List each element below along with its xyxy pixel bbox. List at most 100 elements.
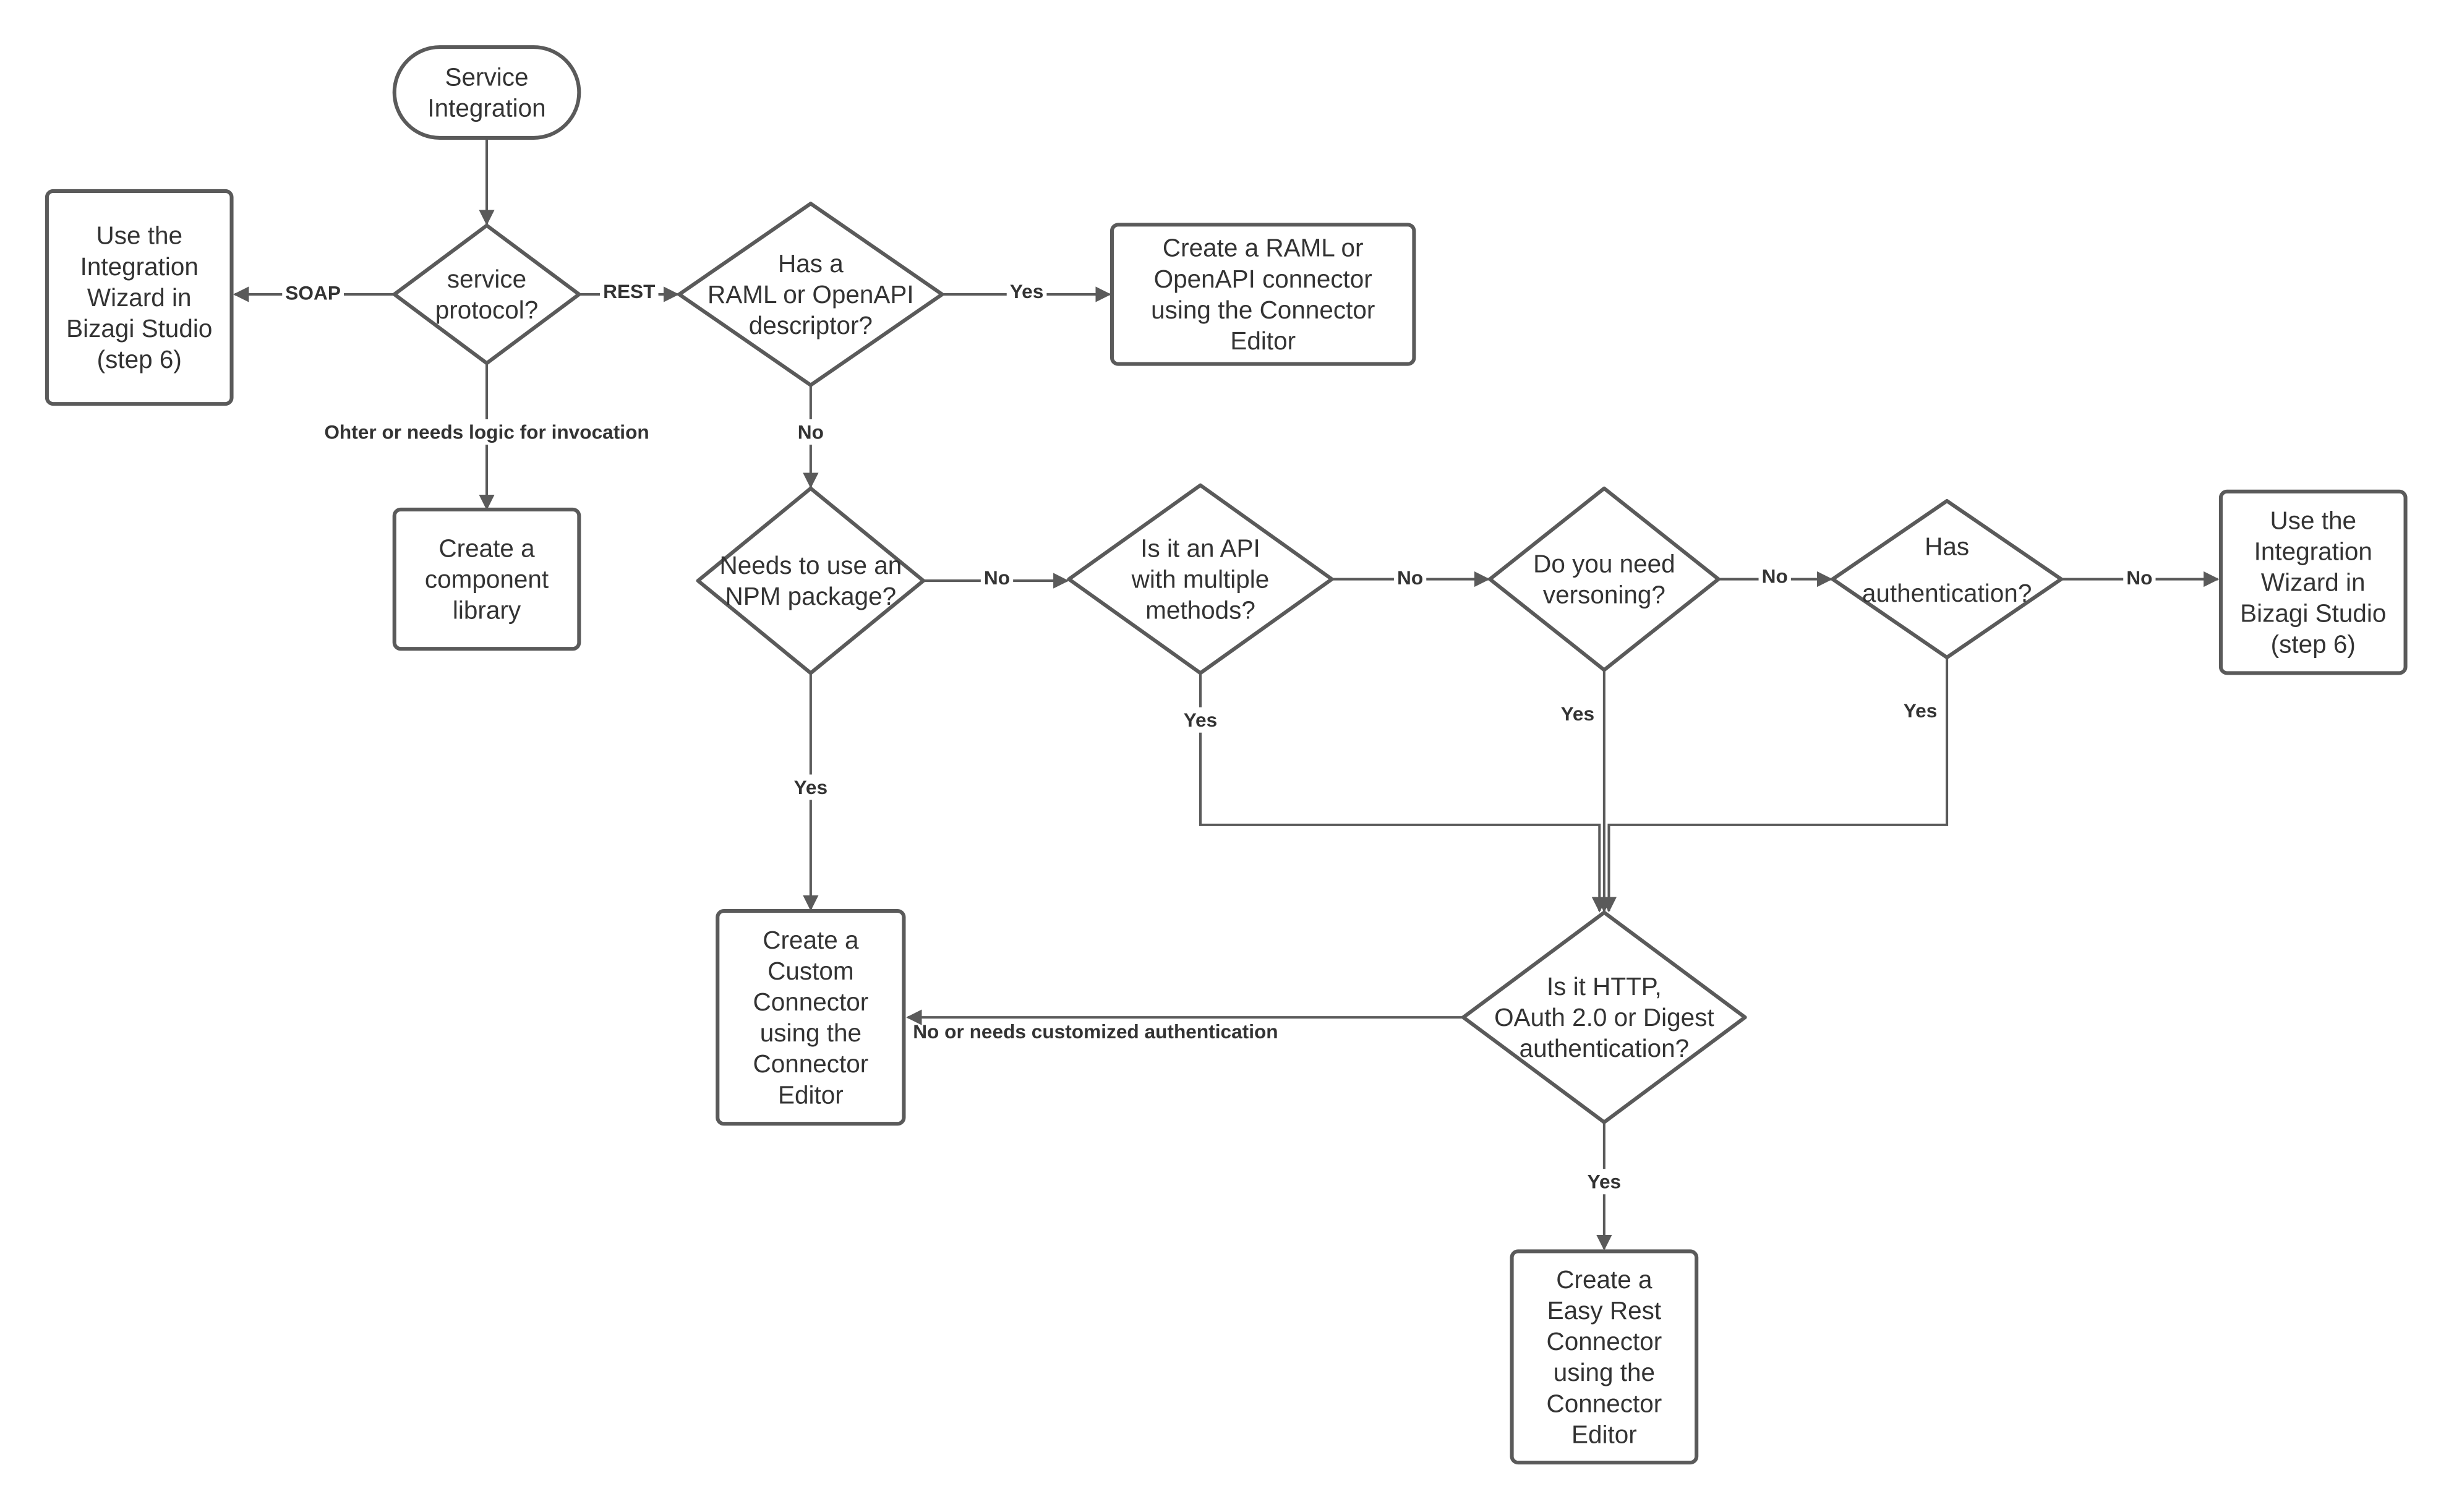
node-text-line: Bizagi Studio [66,314,212,343]
node-text-line: library [453,596,521,625]
node-text-line: Has [1925,532,1969,560]
edge-label: No [794,419,827,445]
node-text-line: methods? [1145,596,1255,625]
node-text-line: component [425,565,549,593]
edge-api-yes [1199,673,1607,913]
edge-label: Ohter or needs logic for invocation [321,419,652,445]
connector-arrow [1199,673,1607,913]
node-text-line: Integration [80,252,199,281]
edge-label: Yes [1561,703,1595,725]
node-http: Is it HTTP,OAuth 2.0 or Digest authentica… [1461,910,1747,1124]
node-text-line: Easy Rest [1547,1296,1661,1325]
edge-label-text: No [1762,565,1788,587]
node-text-line: Create a RAML or [1163,234,1364,262]
node-text-line: Editor [1230,327,1296,355]
node-text-line: using the Connector [1151,296,1375,324]
node-text-line: (step 6) [97,345,182,374]
node-text-line: service [447,265,526,293]
edge-label-text: Yes [794,776,828,798]
node-text-line: versoning? [1543,581,1665,609]
node-text-line: Editor [778,1080,844,1109]
node-text-line: RAML or OpenAPI [708,280,914,309]
node-api: Is it an API with multiple methods? [1067,483,1334,675]
node-text-line: (step 6) [2271,630,2356,659]
edge-label: Yes [1904,699,1938,722]
edge-label: Yes [1584,1169,1625,1195]
edge-label-text: Yes [1588,1171,1622,1193]
node-protocol: service protocol? [392,223,581,365]
node-text-line: Create a [438,534,535,562]
edge-label-text: Yes [1904,699,1938,722]
edge-label: No [1393,565,1427,591]
node-custom: Create aCustomConnectorusing theConnecto… [716,908,906,1126]
node-text-line: Connector [753,1049,868,1078]
edge-label-text: Ohter or needs logic for invocation [324,421,649,443]
node-text-line: Needs to use an [719,551,902,579]
node-component: Create a component library [392,507,581,651]
node-text-line: Connector [753,988,868,1016]
edge-label: No [1758,563,1791,589]
node-text-line: Bizagi Studio [2240,599,2386,628]
node-text-line: Create a [763,926,859,954]
edge-label: No or needs customized authentication [913,1020,1278,1043]
connector-arrow [1601,657,1949,913]
node-text-line: Editor [1571,1420,1637,1448]
edge-label: No [980,565,1014,591]
node-text-line: Integration [427,93,545,122]
node-text-line: Connector [1547,1327,1662,1356]
node-text-line: Use the [96,221,182,250]
edge-label-text: No [798,421,824,443]
node-soap-wizard: Use theIntegrationWizard inBizagi Studio… [45,189,234,406]
node-text-line: Do you need [1533,549,1675,578]
node-text-line: Has a [778,249,844,278]
node-npm: Needs to use an NPM package? [696,486,926,675]
decision-shape [696,486,926,675]
node-text-line: using the [1554,1358,1655,1386]
node-text-line: authentication? [1520,1034,1690,1062]
edge-label-text: REST [603,280,655,302]
node-versioning: Do you need versoning? [1488,486,1721,672]
edge-label: No [2123,565,2156,591]
node-text-line: using the [760,1019,861,1047]
decision-shape [392,223,581,365]
node-easy: Create aEasy RestConnectorusing theConne… [1510,1249,1699,1465]
node-raml: Has aRAML or OpenAPIdescriptor? [677,202,944,387]
edge-label: Yes [1180,707,1221,733]
node-text-line: Custom [767,957,853,985]
node-text-line: Wizard in [2261,568,2366,597]
edge-label-text: No [2126,566,2152,589]
node-text-line: Wizard in [87,283,192,312]
node-text-line: Create a [1556,1265,1652,1294]
node-text-line: authentication? [1862,579,2032,607]
edge-label-text: Yes [1010,280,1044,302]
node-text-line: Is it an API [1140,534,1260,562]
node-text-line: protocol? [435,296,538,324]
edge-label-text: No [1397,566,1423,589]
node-text-line: Is it HTTP, [1547,972,1662,1001]
node-auth-wizard: Use the Integration Wizard inBizagi Studio… [2218,489,2408,675]
node-text-line: with multiple [1131,565,1270,593]
decision-shape [1488,486,1721,672]
flowchart: ServiceIntegrationserviceprotocol?Use th… [45,45,2408,1465]
node-text-line: Service [445,62,529,91]
edge-label: Yes [1006,278,1047,304]
node-text-line: Connector [1547,1389,1662,1417]
edge-label-text: No or needs customized authentication [913,1020,1278,1043]
edge-label: REST [600,278,659,304]
edge-auth-yes [1601,657,1949,913]
node-text-line: Integration [2254,537,2372,565]
node-start: ServiceIntegration [392,45,581,140]
node-text-line: OpenAPI connector [1154,265,1372,293]
edge-label-text: No [984,566,1010,589]
node-auth: Has authentication? [1831,498,2063,660]
edge-label: SOAP [282,280,344,305]
edge-label-text: Yes [1561,703,1595,725]
edge-label-text: SOAP [285,281,341,304]
node-text-line: OAuth 2.0 or Digest [1494,1003,1714,1031]
node-text-line: Use the [2270,506,2356,534]
terminator-shape [392,45,581,140]
node-text-line: descriptor? [749,311,873,340]
edge-label-text: Yes [1184,709,1218,731]
edge-label: Yes [790,774,831,800]
node-text-line: NPM package? [725,582,897,610]
